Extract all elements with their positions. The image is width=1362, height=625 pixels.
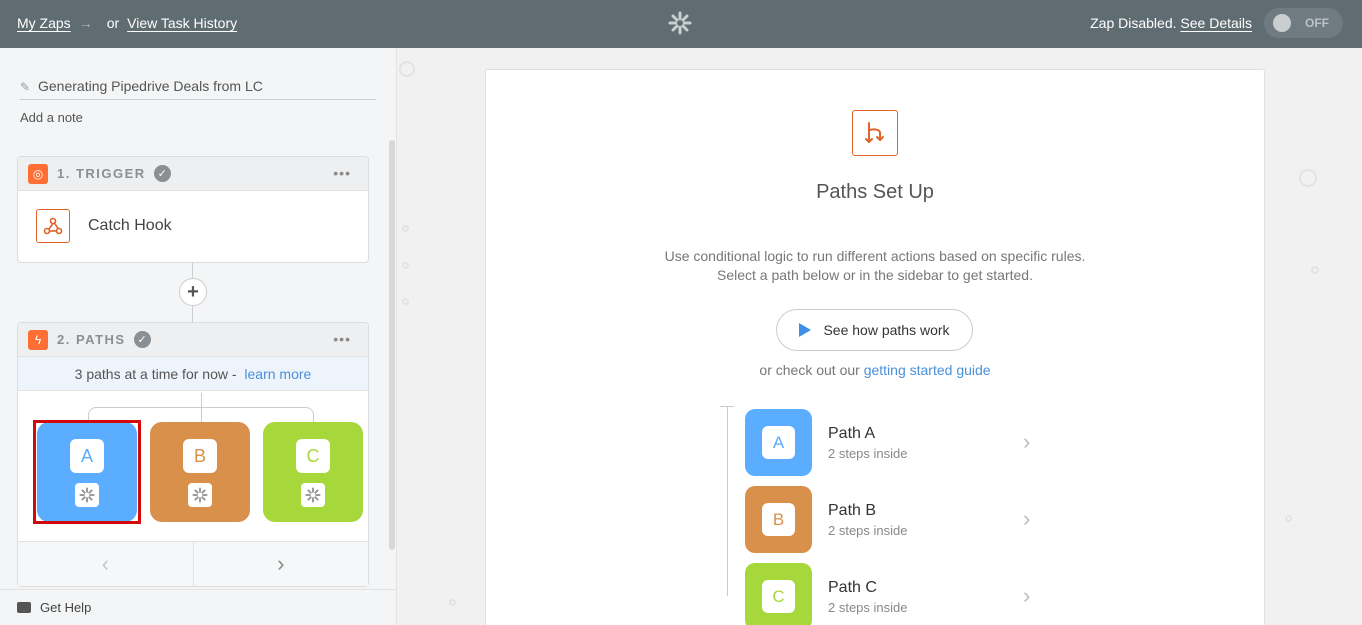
trigger-card-header: ◎ 1. TRIGGER ✓ ••• (18, 157, 368, 191)
zap-name-text: Generating Pipedrive Deals from LC (38, 78, 263, 94)
next-paths-button[interactable]: › (194, 542, 369, 586)
play-icon (799, 323, 812, 337)
zap-status: Zap Disabled. See Details (1090, 15, 1252, 31)
pencil-icon: ✎ (20, 80, 31, 94)
zap-name-field[interactable]: ✎ Generating Pipedrive Deals from LC (20, 78, 376, 100)
path-tile-c[interactable]: C (263, 422, 363, 522)
background-decoration (402, 298, 409, 305)
trigger-title: 1. TRIGGER (57, 166, 146, 181)
paths-card-header[interactable]: ϟ 2. PATHS ✓ ••• (18, 323, 368, 357)
background-decoration (449, 599, 456, 606)
toggle-knob (1273, 14, 1291, 32)
paths-pager: ‹ › (18, 541, 368, 586)
paths-icon (852, 110, 898, 156)
main-canvas: Paths Set Up Use conditional logic to ru… (397, 48, 1362, 625)
zapier-logo-icon[interactable] (668, 11, 692, 35)
status-text: Zap Disabled. (1090, 15, 1177, 31)
paths-note-text: 3 paths at a time for now - (74, 366, 237, 382)
prev-paths-button[interactable]: ‹ (18, 542, 194, 586)
trigger-app-icon: ◎ (28, 163, 48, 184)
background-decoration (1311, 266, 1319, 274)
see-how-paths-work-button[interactable]: See how paths work (776, 309, 973, 351)
getting-started-guide-link[interactable]: getting started guide (864, 362, 991, 378)
path-letter: B (762, 503, 795, 536)
more-menu-icon[interactable]: ••• (333, 331, 351, 347)
path-badge: B (745, 486, 812, 553)
background-decoration (402, 262, 409, 269)
path-name: Path C (828, 579, 877, 596)
trigger-card[interactable]: ◎ 1. TRIGGER ✓ ••• Catch Hook (17, 156, 369, 263)
chat-icon (17, 602, 31, 613)
path-badge: A (745, 409, 812, 476)
path-letter: C (762, 580, 795, 613)
sidebar: ✎ Generating Pipedrive Deals from LC Add … (0, 48, 397, 625)
webhook-icon (36, 209, 70, 243)
path-steps: 2 steps inside (828, 446, 908, 461)
breadcrumb: My Zaps → or View Task History (17, 15, 237, 31)
gear-icon (301, 483, 325, 507)
more-menu-icon[interactable]: ••• (333, 165, 351, 181)
selection-highlight (33, 420, 141, 524)
path-letter: C (296, 439, 330, 473)
chevron-right-icon: › (1023, 429, 1031, 454)
or-text: or (106, 15, 120, 31)
step-connector (192, 306, 193, 322)
path-letter: B (183, 439, 217, 473)
check-icon: ✓ (153, 165, 171, 182)
paths-setup-panel: Paths Set Up Use conditional logic to ru… (485, 69, 1265, 625)
description-line: Use conditional logic to run different a… (664, 248, 1086, 264)
path-row-b[interactable]: B Path B 2 steps inside › (745, 486, 1045, 553)
step-connector (192, 263, 193, 278)
see-details-link[interactable]: See Details (1180, 15, 1252, 31)
arrow-icon: → (78, 15, 93, 31)
add-step-button[interactable]: + (179, 278, 207, 306)
path-row-c[interactable]: C Path C 2 steps inside › (745, 563, 1045, 625)
add-note-link[interactable]: Add a note (20, 110, 83, 125)
or-check-text: or check out our (759, 362, 860, 378)
task-history-link[interactable]: View Task History (127, 15, 237, 31)
path-name: Path B (828, 502, 877, 519)
get-help-label: Get Help (40, 600, 92, 615)
page-title: Paths Set Up (816, 181, 934, 203)
chevron-right-icon: › (1023, 506, 1031, 531)
background-decoration (1299, 169, 1317, 187)
background-decoration (402, 225, 409, 232)
check-icon: ✓ (133, 331, 151, 348)
guide-text: or check out our getting started guide (486, 362, 1264, 378)
paths-description: Use conditional logic to run different a… (486, 247, 1264, 285)
path-letter: A (762, 426, 795, 459)
paths-card: ϟ 2. PATHS ✓ ••• 3 paths at a time for n… (17, 322, 369, 587)
path-steps: 2 steps inside (828, 600, 908, 615)
sidebar-scrollbar[interactable] (389, 140, 395, 550)
see-button-label: See how paths work (823, 322, 950, 338)
path-steps: 2 steps inside (828, 523, 908, 538)
get-help-button[interactable]: Get Help (0, 589, 396, 625)
bolt-icon: ϟ (28, 329, 48, 350)
top-bar: My Zaps → or View Task History Zap Disab… (0, 0, 1362, 48)
chevron-right-icon: › (1023, 583, 1031, 608)
my-zaps-link[interactable]: My Zaps (17, 15, 71, 31)
path-name: Path A (828, 425, 876, 442)
trigger-app-name: Catch Hook (88, 217, 172, 234)
tree-line (727, 406, 728, 596)
path-tile-b[interactable]: B (150, 422, 250, 522)
background-decoration (399, 61, 415, 77)
learn-more-link[interactable]: learn more (244, 366, 311, 382)
zap-toggle[interactable]: OFF (1264, 8, 1343, 38)
paths-limit-note: 3 paths at a time for now - learn more (18, 357, 368, 391)
background-decoration (1285, 515, 1292, 522)
description-line: Select a path below or in the sidebar to… (717, 267, 1033, 283)
gear-icon (188, 483, 212, 507)
toggle-label: OFF (1305, 16, 1329, 30)
paths-title: 2. PATHS (57, 332, 126, 347)
trigger-body: Catch Hook (18, 191, 368, 261)
path-badge: C (745, 563, 812, 625)
path-row-a[interactable]: A Path A 2 steps inside › (745, 409, 1045, 476)
